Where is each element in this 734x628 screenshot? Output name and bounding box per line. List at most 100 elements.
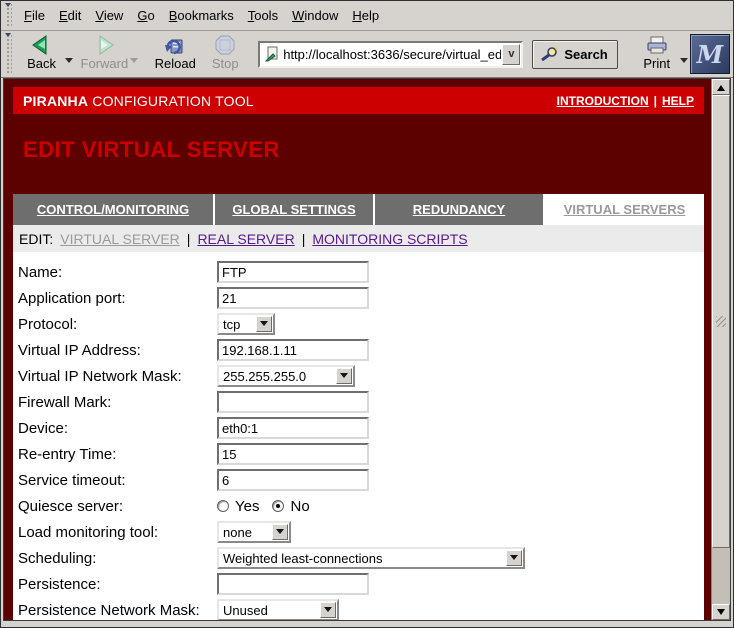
- mozilla-logo-letter: M: [697, 40, 724, 69]
- help-link[interactable]: HELP: [662, 94, 694, 108]
- field-row-service-timeout: Service timeout:: [18, 467, 704, 493]
- field-row-scheduling: Scheduling:Weighted least-connections: [18, 545, 704, 571]
- forward-button[interactable]: Forward: [81, 32, 129, 76]
- menu-tools-accel: T: [248, 8, 255, 23]
- virtual-ip-address-label: Virtual IP Address:: [18, 342, 217, 359]
- page-content: PIRANHA CONFIGURATION TOOL INTRODUCTION …: [4, 79, 711, 620]
- url-input[interactable]: [282, 45, 502, 64]
- back-label: Back: [27, 56, 56, 71]
- scroll-down-button[interactable]: [712, 604, 730, 620]
- tab-control-monitoring[interactable]: CONTROL/MONITORING: [13, 194, 213, 225]
- field-row-name: Name:: [18, 259, 704, 285]
- protocol-select[interactable]: tcp: [217, 313, 275, 335]
- scroll-up-arrow-icon: [717, 81, 725, 91]
- virtual-ip-network-mask-select[interactable]: 255.255.255.0: [217, 365, 355, 387]
- load-monitoring-tool-select[interactable]: none: [217, 521, 291, 543]
- field-row-firewall-mark: Firewall Mark:: [18, 389, 704, 415]
- browser-window: FileEditViewGoBookmarksToolsWindowHelp B…: [0, 0, 734, 628]
- protocol-label: Protocol:: [18, 316, 217, 333]
- tab-virtual-servers[interactable]: VIRTUAL SERVERS: [545, 194, 704, 225]
- app-brand-strong: PIRANHA: [23, 93, 88, 109]
- menu-edit[interactable]: Edit: [52, 5, 88, 26]
- print-dropdown-icon[interactable]: [680, 58, 688, 67]
- quiesce-server-no-radio[interactable]: [272, 500, 284, 512]
- tab-redundancy[interactable]: REDUNDANCY: [375, 194, 543, 225]
- navigation-toolbar: Back Forward: [1, 31, 733, 78]
- menu-tools[interactable]: Tools: [241, 5, 285, 26]
- field-row-re-entry-time: Re-entry Time:: [18, 441, 704, 467]
- back-button[interactable]: Back: [21, 32, 63, 76]
- main-tab-bar: CONTROL/MONITORINGGLOBAL SETTINGSREDUNDA…: [13, 194, 704, 225]
- persistence-network-mask-select-value: Unused: [219, 603, 320, 618]
- scheduling-select[interactable]: Weighted least-connections: [217, 547, 525, 569]
- quiesce-server-yes-radio-label: Yes: [235, 498, 259, 515]
- menu-help[interactable]: Help: [345, 5, 386, 26]
- mozilla-logo[interactable]: M: [690, 34, 730, 74]
- menu-help-accel: H: [352, 8, 361, 23]
- introduction-link[interactable]: INTRODUCTION: [557, 94, 649, 108]
- stop-button[interactable]: Stop: [204, 32, 246, 76]
- menu-edit-accel: E: [59, 8, 68, 23]
- menu-go[interactable]: Go: [130, 5, 161, 26]
- tab-global-settings[interactable]: GLOBAL SETTINGS: [215, 194, 373, 225]
- menu-view[interactable]: View: [88, 5, 130, 26]
- print-button[interactable]: Print: [636, 32, 678, 76]
- forward-label: Forward: [81, 56, 129, 71]
- quiesce-server-yes-radio[interactable]: [217, 500, 229, 512]
- menu-window[interactable]: Window: [285, 5, 345, 26]
- stop-icon: [215, 34, 235, 56]
- bookmark-icon[interactable]: [264, 46, 279, 62]
- url-bar: v: [258, 41, 523, 68]
- application-port-input[interactable]: [217, 287, 369, 309]
- persistence-network-mask-select[interactable]: Unused: [217, 599, 339, 620]
- scrollbar-thumb[interactable]: [712, 95, 730, 548]
- protocol-select-value: tcp: [219, 317, 256, 332]
- re-entry-time-input[interactable]: [217, 443, 369, 465]
- field-row-persistence: Persistence:: [18, 571, 704, 597]
- menu-bar: FileEditViewGoBookmarksToolsWindowHelp: [1, 1, 733, 31]
- menu-view-accel: V: [95, 8, 103, 23]
- firewall-mark-input[interactable]: [217, 391, 369, 413]
- quiesce-server-label: Quiesce server:: [18, 498, 217, 515]
- service-timeout-input[interactable]: [217, 469, 369, 491]
- page-title: EDIT VIRTUAL SERVER: [23, 137, 704, 163]
- persistence-network-mask-label: Persistence Network Mask:: [18, 602, 217, 619]
- subnav-separator: |: [302, 231, 306, 247]
- toolbar-grippy-handle[interactable]: [5, 34, 12, 74]
- menu-file[interactable]: File: [17, 5, 52, 26]
- menu-go-accel: G: [137, 8, 147, 23]
- stop-label: Stop: [212, 56, 239, 71]
- menubar-grippy-handle[interactable]: [5, 4, 12, 28]
- subnav-real-server[interactable]: REAL SERVER: [197, 231, 294, 247]
- scrollbar-track[interactable]: [712, 95, 730, 604]
- field-row-virtual-ip-network-mask: Virtual IP Network Mask:255.255.255.0: [18, 363, 704, 389]
- scroll-up-button[interactable]: [712, 79, 730, 95]
- subnav-monitoring-scripts[interactable]: MONITORING SCRIPTS: [312, 231, 467, 247]
- load-monitoring-tool-select-arrow-icon: [272, 524, 288, 540]
- virtual-ip-network-mask-select-value: 255.255.255.0: [219, 369, 336, 384]
- name-input[interactable]: [217, 261, 369, 283]
- persistence-label: Persistence:: [18, 576, 217, 593]
- back-dropdown-icon[interactable]: [65, 58, 73, 67]
- reload-button[interactable]: Reload: [154, 32, 196, 76]
- menu-file-accel: F: [24, 8, 32, 23]
- virtual-ip-address-input[interactable]: [217, 339, 369, 361]
- virtual-ip-network-mask-select-arrow-icon: [336, 368, 352, 384]
- search-button[interactable]: Search: [532, 40, 617, 69]
- scrollbar-grip-icon: [716, 316, 726, 327]
- window-frame: PIRANHA CONFIGURATION TOOL INTRODUCTION …: [1, 78, 733, 627]
- menu-bookmarks-accel: B: [169, 8, 178, 23]
- app-title-bar: PIRANHA CONFIGURATION TOOL INTRODUCTION …: [13, 87, 704, 114]
- persistence-input[interactable]: [217, 573, 369, 595]
- back-icon: [30, 34, 54, 56]
- search-icon: [539, 46, 559, 62]
- forward-dropdown-icon[interactable]: [130, 58, 138, 67]
- tab-virtual-servers-label: VIRTUAL SERVERS: [564, 202, 686, 217]
- service-timeout-label: Service timeout:: [18, 472, 217, 489]
- device-input[interactable]: [217, 417, 369, 439]
- url-dropdown-icon[interactable]: v: [502, 44, 520, 65]
- virtual-ip-network-mask-label: Virtual IP Network Mask:: [18, 368, 217, 385]
- menu-bookmarks[interactable]: Bookmarks: [162, 5, 241, 26]
- load-monitoring-tool-select-value: none: [219, 525, 272, 540]
- load-monitoring-tool-label: Load monitoring tool:: [18, 524, 217, 541]
